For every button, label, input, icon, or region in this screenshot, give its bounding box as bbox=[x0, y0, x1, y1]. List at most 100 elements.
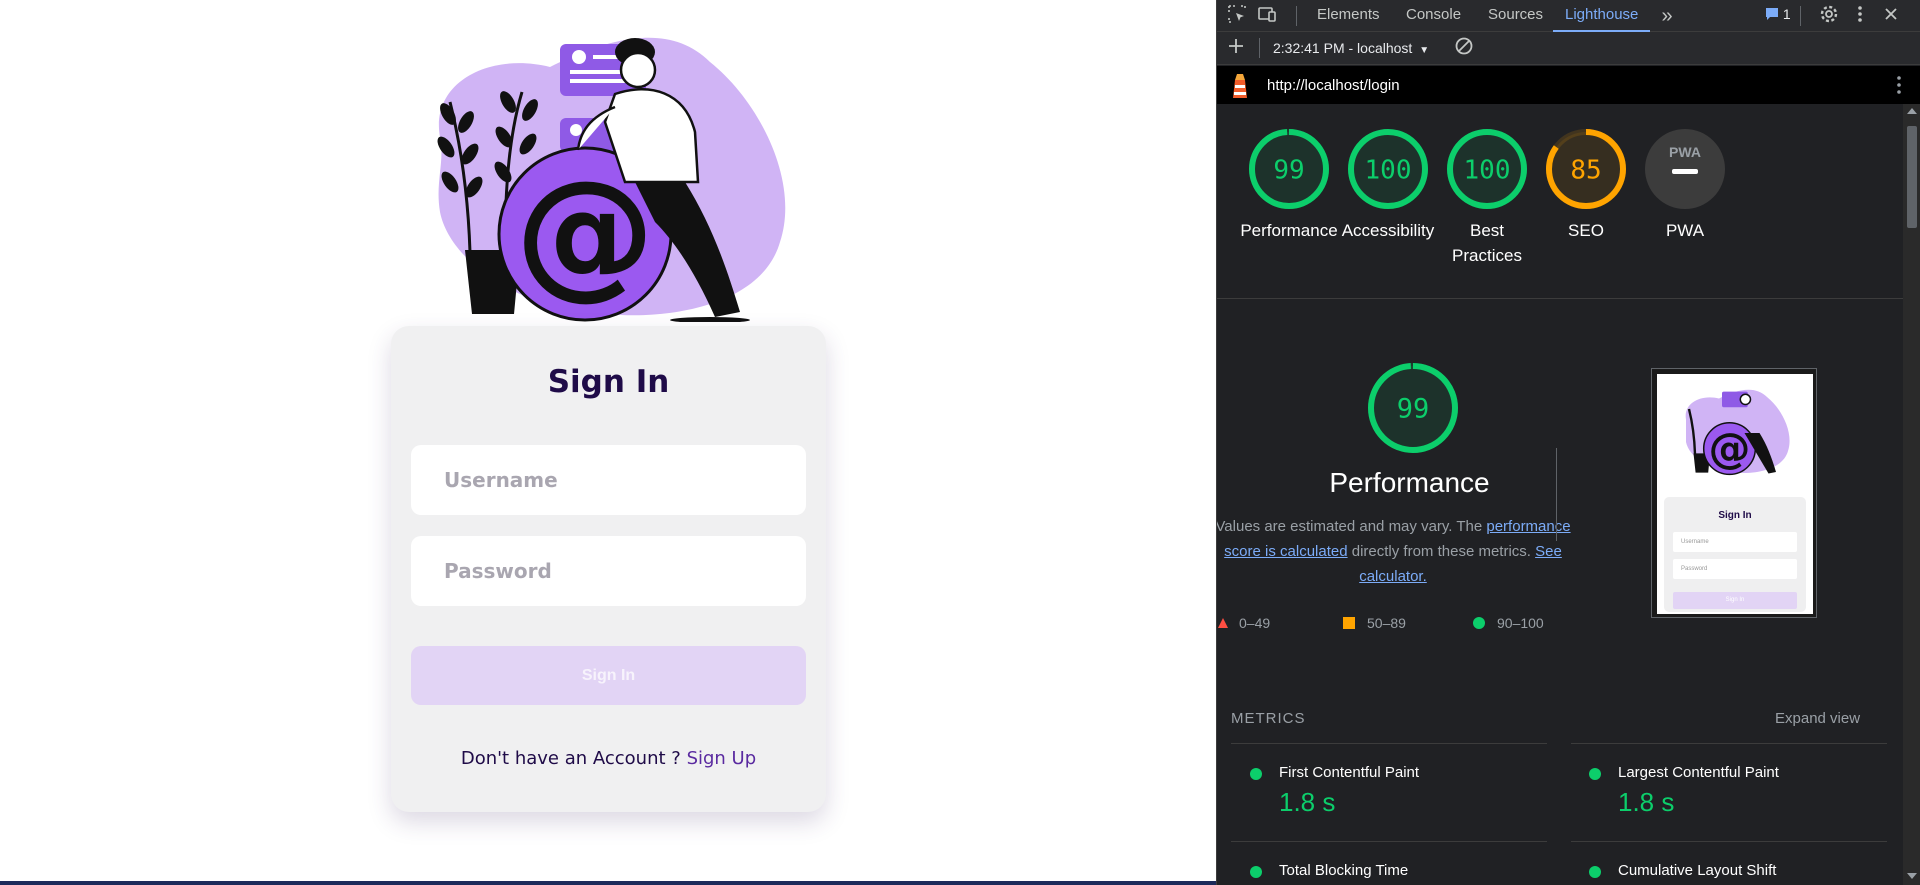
metric-tbt-label: Total Blocking Time bbox=[1279, 862, 1409, 879]
tab-console[interactable]: Console bbox=[1406, 0, 1461, 32]
seo-gauge-ring: 85 bbox=[1546, 129, 1626, 209]
score-best-practices[interactable]: 100 Best Practices bbox=[1445, 128, 1529, 268]
device-toolbar-icon[interactable] bbox=[1255, 4, 1279, 28]
devtools-tabbar: Elements Console Sources Lighthouse » 1 bbox=[1217, 0, 1920, 32]
performance-title: Performance bbox=[1329, 467, 1490, 498]
signin-button[interactable]: Sign In bbox=[411, 646, 806, 705]
pwa-badge-text: PWA bbox=[1669, 144, 1701, 160]
metrics-divider bbox=[1571, 841, 1887, 842]
close-devtools-icon[interactable] bbox=[1879, 4, 1903, 28]
thumbnail-title: Sign In bbox=[1718, 510, 1752, 521]
score-seo[interactable]: 85 SEO bbox=[1544, 128, 1628, 243]
metric-fcp-value: 1.8 s bbox=[1279, 787, 1336, 817]
signup-prompt: Don't have an Account ? bbox=[460, 748, 687, 769]
scrollbar-thumb[interactable] bbox=[1907, 126, 1917, 228]
metrics-divider bbox=[1571, 743, 1887, 744]
legend-fail-label: 0–49 bbox=[1239, 615, 1271, 631]
legend-average: 50–89 bbox=[1343, 615, 1406, 631]
square-average-icon bbox=[1343, 617, 1355, 629]
score-pwa[interactable]: PWA PWA bbox=[1643, 128, 1727, 243]
perf-desc-middle: directly from these metrics. bbox=[1347, 543, 1536, 560]
thumbnail-card: Sign In Username Password Sign In bbox=[1664, 497, 1806, 612]
expand-view-toggle[interactable]: Expand view bbox=[1775, 710, 1860, 727]
performance-large-gauge-ring: 99 bbox=[1368, 363, 1458, 453]
login-illustration: @ bbox=[437, 37, 786, 322]
scroll-down-icon[interactable] bbox=[1907, 873, 1917, 879]
screen: @ Sign In Sign In Don't have an Account … bbox=[0, 0, 1920, 885]
performance-gauge-large[interactable]: 99 bbox=[1367, 362, 1459, 454]
metrics-divider bbox=[1231, 743, 1547, 744]
accessibility-score-value: 100 bbox=[1365, 155, 1412, 185]
report-url[interactable]: http://localhost/login bbox=[1267, 77, 1400, 94]
signin-card: Sign In Sign In Don't have an Account ? … bbox=[391, 326, 826, 812]
score-label-performance: Performance bbox=[1240, 221, 1338, 240]
accessibility-gauge-ring: 100 bbox=[1348, 129, 1428, 209]
lighthouse-toolbar: 2:32:41 PM - localhost ▼ bbox=[1217, 32, 1920, 65]
report-selector[interactable]: 2:32:41 PM - localhost ▼ bbox=[1273, 40, 1429, 56]
pass-dot-icon bbox=[1250, 768, 1262, 780]
tab-sources[interactable]: Sources bbox=[1488, 0, 1543, 32]
pass-dot-icon bbox=[1589, 866, 1601, 878]
lighthouse-report: 99 Performance 100 Accessibility 100 Best Pra… bbox=[1217, 104, 1903, 885]
score-accessibility[interactable]: 100 Accessibility bbox=[1342, 128, 1434, 243]
svg-text:@: @ bbox=[1709, 423, 1751, 472]
best-practices-gauge-ring: 100 bbox=[1447, 129, 1527, 209]
circle-pass-icon bbox=[1473, 617, 1485, 629]
signup-row: Don't have an Account ? Sign Up bbox=[391, 748, 826, 769]
legend-pass: 90–100 bbox=[1473, 615, 1544, 631]
score-performance[interactable]: 99 Performance bbox=[1240, 128, 1338, 243]
settings-gear-icon[interactable] bbox=[1817, 4, 1841, 28]
performance-large-score-value: 99 bbox=[1397, 394, 1430, 425]
legend-pass-label: 90–100 bbox=[1497, 615, 1544, 631]
tab-elements[interactable]: Elements bbox=[1317, 0, 1380, 32]
pwa-badge-icon: PWA bbox=[1645, 129, 1725, 209]
section-divider bbox=[1217, 298, 1903, 299]
seo-score-value: 85 bbox=[1570, 155, 1601, 185]
page-screenshot-thumbnail[interactable]: @ Sign In Username Password Sign In bbox=[1651, 368, 1817, 618]
thumbnail-button: Sign In bbox=[1673, 592, 1797, 609]
performance-score-value: 99 bbox=[1273, 155, 1304, 185]
password-input[interactable] bbox=[411, 536, 806, 606]
issues-icon bbox=[1766, 8, 1778, 20]
score-label-seo: SEO bbox=[1568, 221, 1604, 240]
username-input[interactable] bbox=[411, 445, 806, 515]
toolbar-divider bbox=[1296, 6, 1297, 26]
scroll-up-icon[interactable] bbox=[1907, 108, 1917, 114]
perf-desc-prefix: Values are estimated and may vary. The bbox=[1217, 518, 1487, 535]
report-scrollbar[interactable] bbox=[1903, 104, 1920, 885]
kebab-menu-icon[interactable] bbox=[1848, 4, 1872, 28]
score-label-best-practices: Best Practices bbox=[1452, 221, 1522, 265]
thumbnail-password: Password bbox=[1673, 559, 1797, 579]
metric-cls-label: Cumulative Layout Shift bbox=[1618, 862, 1777, 879]
report-menu-icon[interactable] bbox=[1889, 74, 1909, 101]
lighthouse-logo-icon bbox=[1233, 74, 1247, 98]
vertical-divider bbox=[1556, 448, 1557, 541]
triangle-fail-icon bbox=[1218, 618, 1228, 628]
page-bottom-edge bbox=[0, 881, 1216, 885]
metrics-heading: METRICS bbox=[1231, 710, 1306, 727]
metric-lcp-label: Largest Contentful Paint bbox=[1618, 764, 1779, 781]
legend-average-label: 50–89 bbox=[1367, 615, 1406, 631]
pass-dot-icon bbox=[1250, 866, 1262, 878]
pass-dot-icon bbox=[1589, 768, 1601, 780]
dropdown-caret-icon: ▼ bbox=[1419, 45, 1430, 56]
tab-lighthouse[interactable]: Lighthouse bbox=[1553, 0, 1651, 32]
new-report-plus-icon[interactable] bbox=[1224, 36, 1248, 60]
inspect-element-icon[interactable] bbox=[1225, 4, 1249, 28]
performance-description: Values are estimated and may vary. The p… bbox=[1217, 514, 1573, 589]
performance-gauge-ring: 99 bbox=[1249, 129, 1329, 209]
signup-link[interactable]: Sign Up bbox=[687, 748, 757, 769]
thumbnail-page: @ Sign In Username Password Sign In bbox=[1657, 374, 1813, 614]
thumbnail-illustration: @ bbox=[1685, 389, 1790, 476]
report-url-bar: http://localhost/login bbox=[1217, 66, 1920, 104]
more-tabs-icon[interactable]: » bbox=[1655, 4, 1679, 28]
metric-lcp-value: 1.8 s bbox=[1618, 787, 1675, 817]
clear-reports-icon[interactable] bbox=[1452, 36, 1476, 60]
issues-badge[interactable]: 1 bbox=[1765, 6, 1791, 22]
legend-fail: 0–49 bbox=[1217, 615, 1270, 631]
best-practices-score-value: 100 bbox=[1464, 155, 1511, 185]
devtools-panel: Elements Console Sources Lighthouse » 1 bbox=[1216, 0, 1920, 885]
toolbar-divider bbox=[1259, 38, 1260, 58]
metric-fcp-label: First Contentful Paint bbox=[1279, 764, 1420, 781]
score-label-pwa: PWA bbox=[1665, 221, 1705, 240]
